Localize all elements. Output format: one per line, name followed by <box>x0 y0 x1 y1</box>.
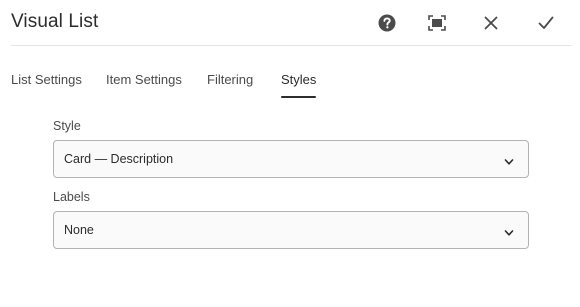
chevron-down-icon <box>504 225 514 236</box>
style-field-label: Style <box>53 119 81 133</box>
style-select-value: Card — Description <box>64 152 174 166</box>
fullscreen-button[interactable] <box>424 10 450 36</box>
tab-styles[interactable]: Styles <box>281 72 317 98</box>
labels-select-value: None <box>64 223 94 237</box>
tab-item-settings[interactable]: Item Settings <box>106 72 182 98</box>
tab-label: Item Settings <box>106 72 182 87</box>
tab-list-settings[interactable]: List Settings <box>11 72 82 98</box>
dialog-header: Visual List <box>11 0 571 46</box>
help-button[interactable] <box>374 10 400 36</box>
tab-label: List Settings <box>11 72 82 87</box>
tab-label: Styles <box>281 72 317 87</box>
tab-label: Filtering <box>207 72 254 87</box>
dialog-title: Visual List <box>11 11 99 32</box>
close-button[interactable] <box>478 10 504 36</box>
chevron-down-icon <box>504 154 514 165</box>
fullscreen-icon <box>428 15 446 31</box>
style-select[interactable]: Card — Description <box>53 140 529 178</box>
help-icon <box>378 14 396 32</box>
checkmark-icon <box>538 16 554 30</box>
labels-field-label: Labels <box>53 190 90 204</box>
done-button[interactable] <box>533 10 559 36</box>
active-tab-indicator <box>281 96 317 98</box>
tab-filtering[interactable]: Filtering <box>207 72 253 98</box>
close-icon <box>484 16 498 30</box>
labels-select[interactable]: None <box>53 211 529 249</box>
